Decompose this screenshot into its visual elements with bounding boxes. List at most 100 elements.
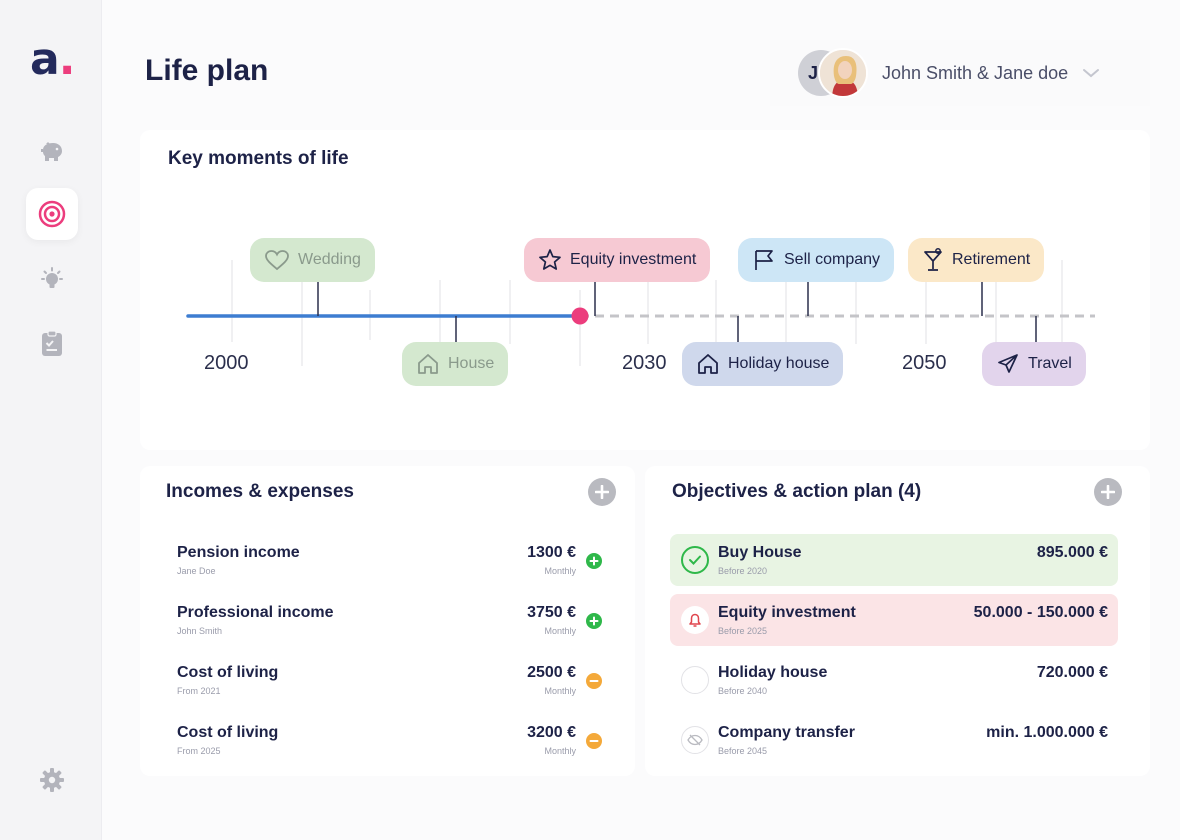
- plus-icon: [586, 613, 602, 629]
- logo-text: a: [30, 34, 60, 85]
- event-wedding[interactable]: Wedding: [250, 238, 375, 282]
- event-label: Holiday house: [728, 355, 830, 372]
- row-period: Monthly: [544, 686, 576, 696]
- gear-icon: [40, 768, 64, 792]
- add-income-button[interactable]: [588, 478, 616, 506]
- row-amount: 720.000 €: [1036, 664, 1108, 681]
- plus-icon: [595, 485, 609, 499]
- nav-item-documents[interactable]: [26, 318, 78, 370]
- list-item[interactable]: Cost of living From 2025 3200 € Monthly: [162, 716, 614, 768]
- row-period: Monthly: [544, 566, 576, 576]
- home-icon: [418, 354, 438, 374]
- event-travel[interactable]: Travel: [982, 342, 1086, 386]
- document-icon: [42, 331, 62, 356]
- row-title: Cost of living: [177, 664, 279, 681]
- row-amount: 895.000 €: [1036, 544, 1108, 561]
- minus-icon: [586, 733, 602, 749]
- logo-dot: .: [58, 34, 76, 85]
- row-subtitle: Jane Doe: [177, 566, 216, 576]
- row-subtitle: Before 2045: [718, 746, 768, 756]
- eye-off-icon: [681, 726, 709, 754]
- list-item[interactable]: Equity investment Before 2025 50.000 - 1…: [670, 594, 1118, 646]
- nav-item-settings[interactable]: [26, 754, 78, 806]
- row-subtitle: Before 2025: [718, 626, 768, 636]
- page-title: Life plan: [145, 54, 269, 87]
- objectives-title: Objectives & action plan (4): [672, 481, 922, 502]
- row-title: Buy House: [718, 544, 802, 561]
- row-amount: 3200 €: [527, 724, 576, 741]
- chevron-down-icon: [1083, 69, 1100, 78]
- check-circle-icon: [681, 546, 709, 574]
- avatar: [818, 48, 868, 98]
- plus-icon: [586, 553, 602, 569]
- home-icon: [698, 354, 718, 374]
- plane-icon: [998, 354, 1018, 373]
- row-amount: min. 1.000.000 €: [986, 724, 1108, 741]
- lightbulb-icon: [41, 267, 63, 288]
- heart-icon: [265, 250, 289, 271]
- objectives-card: Objectives & action plan (4) Buy House B…: [645, 466, 1150, 776]
- row-amount: 2500 €: [527, 664, 576, 681]
- list-item[interactable]: Holiday house Before 2040 720.000 €: [670, 654, 1118, 706]
- list-item[interactable]: Buy House Before 2020 895.000 €: [670, 534, 1118, 586]
- row-subtitle: From 2021: [177, 686, 221, 696]
- row-amount: 3750 €: [527, 604, 576, 621]
- row-title: Equity investment: [718, 604, 856, 621]
- nav-item-life-plan[interactable]: [26, 188, 78, 240]
- list-item[interactable]: Professional income John Smith 3750 € Mo…: [162, 596, 614, 648]
- flag-icon: [755, 250, 773, 270]
- app-logo[interactable]: a.: [30, 38, 75, 82]
- event-equity-investment[interactable]: Equity investment: [524, 238, 711, 282]
- event-holiday-house[interactable]: Holiday house: [682, 342, 844, 386]
- row-period: Monthly: [544, 626, 576, 636]
- cocktail-icon: [924, 248, 942, 271]
- year-label: 2030: [622, 352, 667, 374]
- event-label: Wedding: [298, 251, 361, 268]
- star-icon: [539, 249, 561, 270]
- add-objective-button[interactable]: [1094, 478, 1122, 506]
- event-house[interactable]: House: [402, 342, 509, 386]
- row-subtitle: Before 2040: [718, 686, 768, 696]
- event-label: Equity investment: [570, 251, 697, 268]
- row-subtitle: John Smith: [177, 626, 223, 636]
- incomes-title: Incomes & expenses: [166, 481, 354, 502]
- avatar-group: J: [798, 48, 870, 98]
- sidebar: a.: [0, 0, 102, 840]
- row-subtitle: Before 2020: [718, 566, 768, 576]
- event-sell-company[interactable]: Sell company: [738, 238, 895, 282]
- year-label: 2000: [204, 352, 249, 374]
- row-period: Monthly: [544, 746, 576, 756]
- nav-item-ideas[interactable]: [26, 254, 78, 306]
- pending-circle-icon: [681, 666, 709, 694]
- bell-icon: [681, 606, 709, 634]
- timeline-chart: [186, 260, 1095, 366]
- avatar-photo-icon: [820, 50, 866, 96]
- today-marker: [571, 307, 589, 325]
- row-amount: 1300 €: [527, 544, 576, 561]
- row-title: Pension income: [177, 544, 300, 561]
- list-item[interactable]: Pension income Jane Doe 1300 € Monthly: [162, 536, 614, 588]
- user-selector[interactable]: J John Smith & Jane doe: [770, 40, 1150, 106]
- year-label: 2050: [902, 352, 947, 374]
- plus-icon: [1101, 485, 1115, 499]
- row-title: Cost of living: [177, 724, 279, 741]
- row-subtitle: From 2025: [177, 746, 221, 756]
- list-item[interactable]: Company transfer Before 2045 min. 1.000.…: [670, 714, 1118, 766]
- nav-item-savings[interactable]: [26, 126, 78, 178]
- event-retirement[interactable]: Retirement: [908, 238, 1045, 282]
- event-label: House: [448, 355, 495, 372]
- user-name: John Smith & Jane doe: [882, 62, 1069, 83]
- event-label: Travel: [1028, 355, 1072, 372]
- event-label: Retirement: [952, 251, 1031, 268]
- row-title: Professional income: [177, 604, 334, 621]
- list-item[interactable]: Cost of living From 2021 2500 € Monthly: [162, 656, 614, 708]
- target-icon: [38, 200, 66, 228]
- row-amount: 50.000 - 150.000 €: [973, 604, 1108, 621]
- row-title: Holiday house: [718, 664, 828, 681]
- key-moments-card: Key moments of life 2000 2030 2050 Weddi…: [140, 130, 1150, 450]
- piggy-bank-icon: [41, 142, 62, 161]
- incomes-expenses-card: Incomes & expenses Pension income Jane D…: [140, 466, 635, 776]
- event-label: Sell company: [784, 251, 881, 268]
- minus-icon: [586, 673, 602, 689]
- row-title: Company transfer: [718, 724, 855, 741]
